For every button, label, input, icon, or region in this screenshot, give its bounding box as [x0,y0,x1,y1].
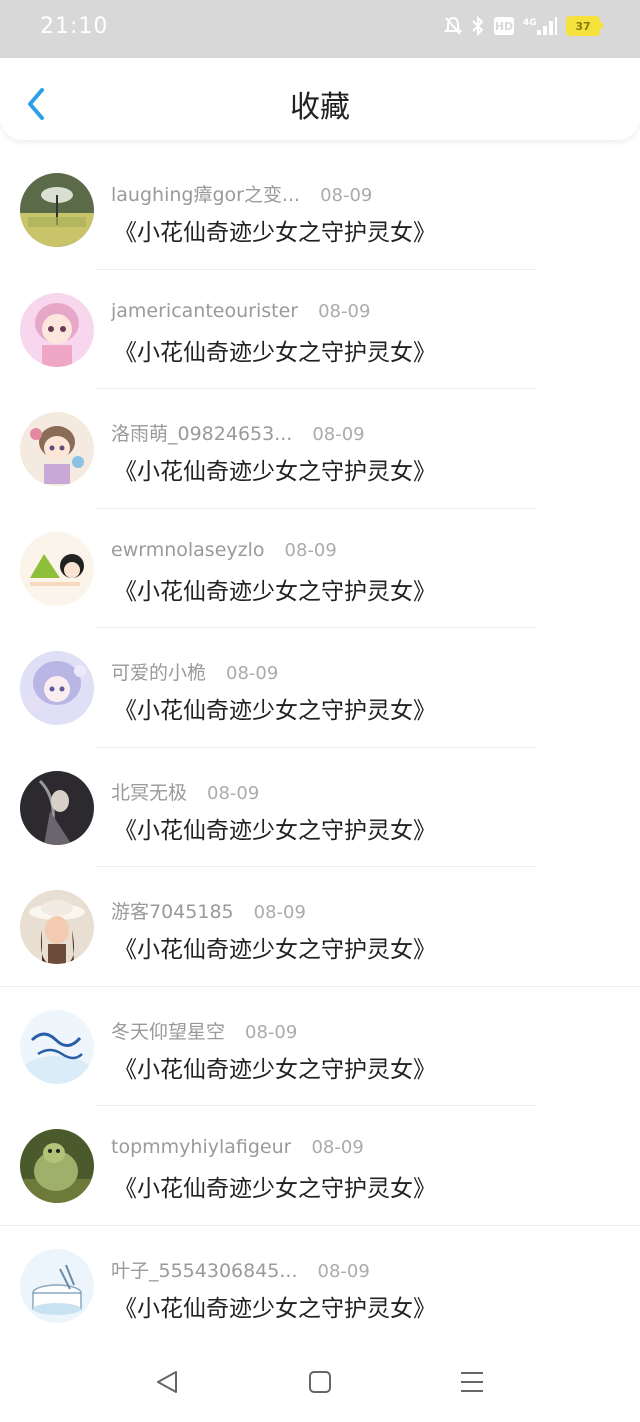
signal-icon: 4G [523,17,557,35]
list-item[interactable]: jamericanteourister 08-09 《小花仙奇迹少女之守护灵女》 [0,270,640,389]
date: 08-09 [253,902,306,923]
avatar-image [20,173,94,247]
battery-icon: 37 [566,16,603,36]
item-meta: laughing瘴gor之变... 08-09 [111,180,372,207]
avatar-image [20,412,94,486]
page-title: 收藏 [290,90,350,125]
list-item[interactable]: topmmyhiylafigeur 08-09 《小花仙奇迹少女之守护灵女》 [0,1106,640,1226]
book-title[interactable]: 《小花仙奇迹少女之守护灵女》 [114,452,436,486]
book-title[interactable]: 《小花仙奇迹少女之守护灵女》 [114,1169,436,1203]
item-meta: 洛雨萌_09824653... 08-09 [111,419,365,446]
avatar-image [20,890,94,964]
book-title[interactable]: 《小花仙奇迹少女之守护灵女》 [114,691,436,725]
book-title[interactable]: 《小花仙奇迹少女之守护灵女》 [114,811,436,845]
date: 08-09 [312,424,365,445]
hd-icon: HD [494,17,514,35]
item-meta: 可爱的小桅 08-09 [111,658,278,685]
triangle-back-icon [157,1371,177,1393]
list-item[interactable]: 冬天仰望星空 08-09 《小花仙奇迹少女之守护灵女》 [0,987,640,1106]
username[interactable]: laughing瘴gor之变... [111,180,300,207]
avatar[interactable] [20,1129,94,1203]
list-item[interactable]: 游客7045185 08-09 《小花仙奇迹少女之守护灵女》 [0,867,640,987]
book-title[interactable]: 《小花仙奇迹少女之守护灵女》 [114,333,436,367]
username[interactable]: jamericanteourister [111,300,298,322]
avatar[interactable] [20,1248,94,1323]
date: 08-09 [207,782,260,804]
nav-home-button[interactable] [304,1366,336,1398]
status-time: 21:10 [40,14,109,39]
username[interactable]: 北冥无极 [111,778,187,805]
item-meta: 北冥无极 08-09 [111,778,259,805]
date: 08-09 [284,539,337,561]
username[interactable]: 游客7045185 [111,897,234,924]
avatar-image [20,770,94,845]
item-meta: topmmyhiylafigeur 08-09 [111,1136,364,1158]
avatar[interactable] [20,890,94,964]
username[interactable]: 可爱的小桅 [111,658,206,685]
username[interactable]: ewrmnolaseyzlo [111,539,265,561]
book-title[interactable]: 《小花仙奇迹少女之守护灵女》 [114,572,436,606]
nav-menu-button[interactable] [456,1366,488,1398]
list-item[interactable]: 叶子_5554306845... 08-09 《小花仙奇迹少女之守护灵女》 [0,1226,640,1345]
svg-text:4G: 4G [523,18,537,28]
username[interactable]: 洛雨萌_09824653... [111,419,292,446]
username[interactable]: topmmyhiylafigeur [111,1136,291,1158]
date: 08-09 [245,1021,298,1043]
list-item[interactable]: 北冥无极 08-09 《小花仙奇迹少女之守护灵女》 [0,748,640,867]
header: 收藏 [0,58,640,140]
list-item[interactable]: ewrmnolaseyzlo 08-09 《小花仙奇迹少女之守护灵女》 [0,509,640,628]
date: 08-09 [311,1137,364,1158]
bluetooth-icon [472,16,484,36]
avatar[interactable] [20,651,94,725]
item-meta: 叶子_5554306845... 08-09 [111,1256,370,1283]
avatar-image [20,1248,94,1323]
avatar-image [20,1009,94,1084]
nav-back-button[interactable] [152,1366,184,1398]
date: 08-09 [317,1260,370,1282]
avatar-image [20,1129,94,1203]
hamburger-menu-icon [461,1372,483,1392]
status-icons: HD 4G 37 [444,16,603,36]
item-meta: jamericanteourister 08-09 [111,300,370,322]
avatar-image [20,531,94,606]
date: 08-09 [320,185,373,206]
avatar[interactable] [20,173,94,247]
avatar[interactable] [20,770,94,845]
avatar[interactable] [20,412,94,486]
book-title[interactable]: 《小花仙奇迹少女之守护灵女》 [114,1289,436,1323]
date: 08-09 [226,663,279,684]
list-item[interactable]: 可爱的小桅 08-09 《小花仙奇迹少女之守护灵女》 [0,628,640,748]
item-meta: 冬天仰望星空 08-09 [111,1017,297,1044]
list-item[interactable]: laughing瘴gor之变... 08-09 《小花仙奇迹少女之守护灵女》 [0,150,640,270]
avatar-image [20,292,94,367]
username[interactable]: 冬天仰望星空 [111,1017,225,1044]
item-meta: ewrmnolaseyzlo 08-09 [111,539,337,561]
avatar[interactable] [20,1009,94,1084]
list-item[interactable]: 洛雨萌_09824653... 08-09 《小花仙奇迹少女之守护灵女》 [0,389,640,509]
favorites-list: laughing瘴gor之变... 08-09 《小花仙奇迹少女之守护灵女》 j… [0,150,640,1345]
avatar-image [20,651,94,725]
book-title[interactable]: 《小花仙奇迹少女之守护灵女》 [114,1050,436,1084]
date: 08-09 [318,300,371,322]
avatar[interactable] [20,531,94,606]
book-title[interactable]: 《小花仙奇迹少女之守护灵女》 [114,213,436,247]
username[interactable]: 叶子_5554306845... [111,1256,298,1283]
status-bar: 21:10 HD 4G 37 [0,0,640,58]
book-title[interactable]: 《小花仙奇迹少女之守护灵女》 [114,930,436,964]
square-home-icon [309,1371,331,1393]
mute-bell-icon [444,16,462,35]
item-meta: 游客7045185 08-09 [111,897,306,924]
system-nav-bar [0,1342,640,1422]
avatar[interactable] [20,292,94,367]
